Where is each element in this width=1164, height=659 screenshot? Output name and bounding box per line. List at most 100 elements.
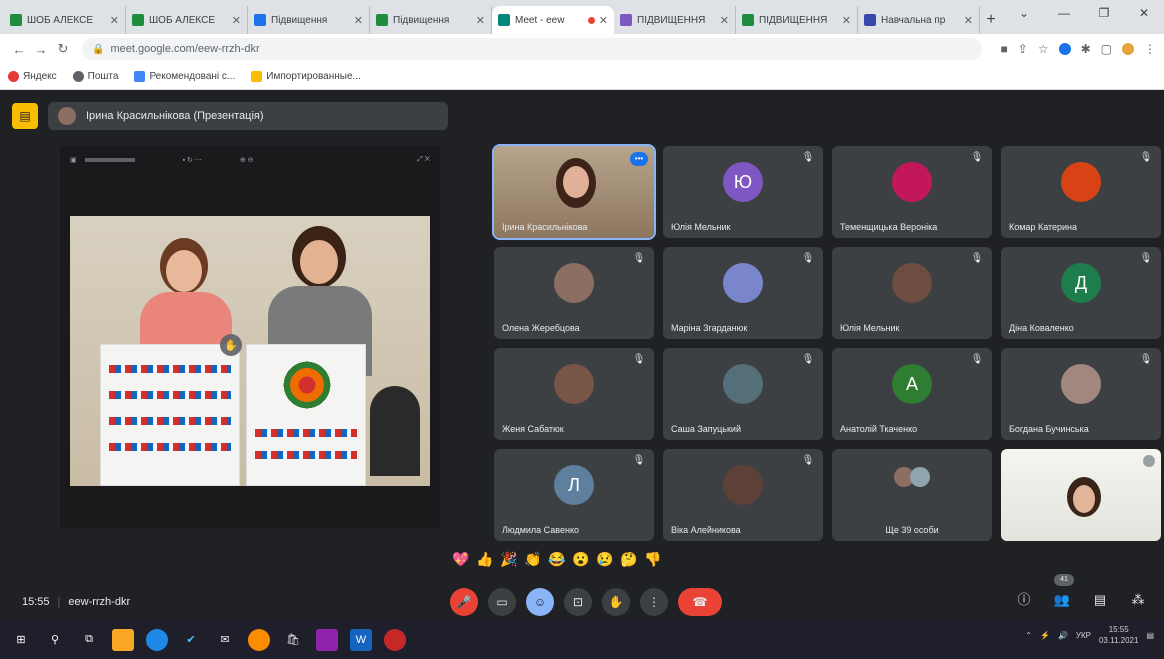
leave-call-button[interactable]: ☎ (678, 588, 722, 616)
participant-tile[interactable]: 🎙 Саша Запуцький (663, 348, 823, 440)
tab-close-icon[interactable]: ✕ (964, 14, 973, 27)
file-explorer-icon[interactable] (112, 628, 134, 651)
participant-tile[interactable]: 🎙 Богдана Бучинська (1001, 348, 1161, 440)
participant-tile[interactable]: 🎙 Комар Катерина (1001, 146, 1161, 238)
search-icon[interactable]: ⚲ (44, 629, 66, 651)
bookmark-yandex[interactable]: Яндекс (8, 71, 57, 82)
close-window-button[interactable]: ✕ (1124, 0, 1164, 28)
captions-button[interactable]: ☺ (526, 588, 554, 616)
viber-icon[interactable] (316, 628, 338, 651)
participant-tile[interactable]: А 🎙 Анатолій Ткаченко (832, 348, 992, 440)
volume-icon[interactable]: 🔊 (1058, 631, 1068, 640)
participant-avatar: Л (554, 465, 594, 505)
camera-indicator-icon[interactable]: ■ (1001, 42, 1008, 56)
microphone-off-button[interactable]: 🎤 (450, 588, 478, 616)
browser-tab[interactable]: Meet - eew ✕ (492, 6, 614, 34)
word-icon[interactable]: W (350, 628, 372, 651)
browser-tab[interactable]: Підвищення ✕ (370, 6, 492, 34)
browser-tab[interactable]: ПІДВИЩЕННЯ ✕ (736, 6, 858, 34)
reaction-emoji-button[interactable]: 🎉 (500, 550, 518, 568)
tab-search-icon[interactable]: ⌄ (1004, 0, 1044, 28)
extension-icon[interactable] (1058, 43, 1071, 55)
meeting-details-button[interactable]: ⓘ (1014, 590, 1034, 610)
new-tab-button[interactable]: + (980, 6, 1002, 34)
reaction-emoji-button[interactable]: 😢 (596, 550, 614, 568)
reaction-emoji-button[interactable]: 💖 (452, 550, 470, 568)
people-button[interactable]: 👥 41 (1052, 574, 1074, 610)
participant-tile[interactable]: ••• Ірина Красильнікова (492, 144, 656, 240)
participant-tile[interactable]: 🎙 Маріна Згарданюк (663, 247, 823, 339)
tab-close-icon[interactable]: ✕ (476, 14, 485, 27)
browser-tab[interactable]: ШОБ АЛЕКСЕ ✕ (4, 6, 126, 34)
reaction-emoji-button[interactable]: 👍 (476, 550, 494, 568)
extensions-puzzle-icon[interactable]: ✱ (1081, 42, 1091, 56)
store-icon[interactable]: 🛍 (282, 629, 304, 651)
browser-tab[interactable]: ПІДВИЩЕННЯ ✕ (614, 6, 736, 34)
back-icon[interactable]: ← (8, 42, 30, 57)
reaction-emoji-button[interactable]: 😂 (548, 550, 566, 568)
tab-close-icon[interactable]: ✕ (110, 14, 119, 27)
reaction-emoji-button[interactable]: 😮 (572, 550, 590, 568)
activities-button[interactable]: ⁂ (1128, 590, 1148, 610)
edge-icon[interactable] (146, 628, 168, 651)
tab-close-icon[interactable]: ✕ (232, 14, 241, 27)
participant-tile[interactable]: 🎙 Теменщицька Вероніка (832, 146, 992, 238)
participant-tile[interactable]: Л 🎙 Людмила Савенко (494, 449, 654, 541)
chat-button[interactable]: ▤ (1090, 590, 1110, 610)
browser-tab[interactable]: Підвищення ✕ (248, 6, 370, 34)
bookmark-mail[interactable]: Пошта (72, 71, 118, 82)
chrome-icon[interactable] (384, 628, 406, 651)
participant-tile[interactable]: Ю 🎙 Юлія Мельник (663, 146, 823, 238)
reaction-emoji-button[interactable]: 👏 (524, 550, 542, 568)
participant-tile[interactable]: 🎙 Юлія Мельник (832, 247, 992, 339)
reaction-emoji-button[interactable]: 👎 (644, 550, 662, 568)
browser-tab[interactable]: ШОБ АЛЕКСЕ ✕ (126, 6, 248, 34)
address-field[interactable]: 🔒 meet.google.com/eew-rrzh-dkr (82, 38, 982, 60)
mic-muted-icon: 🎙 (970, 152, 984, 163)
participant-avatar (1061, 364, 1101, 404)
tab-close-icon[interactable]: ✕ (599, 14, 608, 27)
reload-icon[interactable]: ↻ (52, 41, 74, 57)
system-clock[interactable]: 15:55 03.11.2021 (1099, 624, 1138, 646)
reaction-emoji-button[interactable]: 🤔 (620, 550, 638, 568)
notifications-icon[interactable]: ▤ (1146, 631, 1154, 640)
participant-tile[interactable]: Д 🎙 Діна Коваленко (1001, 247, 1161, 339)
presenter-chip[interactable]: Ірина Красильнікова (Презентація) (48, 102, 448, 130)
participant-tile[interactable]: 🎙 Олена Жеребцова (494, 247, 654, 339)
share-icon[interactable]: ⇪ (1018, 42, 1028, 56)
menu-kebab-icon[interactable]: ⋮ (1144, 42, 1156, 56)
lock-icon[interactable]: 🔒 (92, 44, 104, 55)
profile-avatar[interactable] (1122, 43, 1134, 55)
raise-hand-button[interactable]: ✋ (602, 588, 630, 616)
minimize-button[interactable]: — (1044, 0, 1084, 28)
bookmark-imported[interactable]: Импортированные... (251, 71, 361, 82)
browser-tab[interactable]: Навчальна пр ✕ (858, 6, 980, 34)
participant-tile[interactable]: 🎙 Женя Сабатюк (494, 348, 654, 440)
sidepanel-icon[interactable]: ▢ (1101, 42, 1112, 56)
mail-app-icon[interactable]: ✉ (214, 629, 236, 651)
participant-tile[interactable]: Ще 39 особи (832, 449, 992, 541)
presentation-icon[interactable]: ▤ (12, 103, 38, 129)
tab-close-icon[interactable]: ✕ (720, 14, 729, 27)
task-view-icon[interactable]: ⧉ (78, 629, 100, 651)
tray-expand-icon[interactable]: ⌃ (1025, 631, 1032, 640)
present-now-button[interactable]: ⊡ (564, 588, 592, 616)
more-options-button[interactable]: ⋮ (640, 588, 668, 616)
network-icon[interactable]: ⚡ (1040, 631, 1050, 640)
self-view-options-icon[interactable] (1143, 455, 1155, 467)
forward-icon[interactable]: → (30, 42, 52, 57)
tab-close-icon[interactable]: ✕ (354, 14, 363, 27)
windows-start-icon[interactable]: ⊞ (10, 629, 32, 651)
camera-button[interactable]: ▭ (488, 588, 516, 616)
bookmark-star-icon[interactable]: ☆ (1038, 42, 1049, 56)
input-language[interactable]: УКР (1076, 631, 1091, 640)
firefox-icon[interactable] (248, 628, 270, 651)
maximize-button[interactable]: ❐ (1084, 0, 1124, 28)
bookmark-recommended[interactable]: Рекомендовані с... (134, 71, 235, 82)
participant-tile[interactable] (1001, 449, 1161, 541)
participant-tile[interactable]: 🎙 Віка Алейникова (663, 449, 823, 541)
mic-muted-icon: 🎙 (801, 455, 815, 466)
tab-favicon-icon (254, 14, 266, 26)
vscode-icon[interactable]: ✔ (180, 629, 202, 651)
tab-close-icon[interactable]: ✕ (842, 14, 851, 27)
